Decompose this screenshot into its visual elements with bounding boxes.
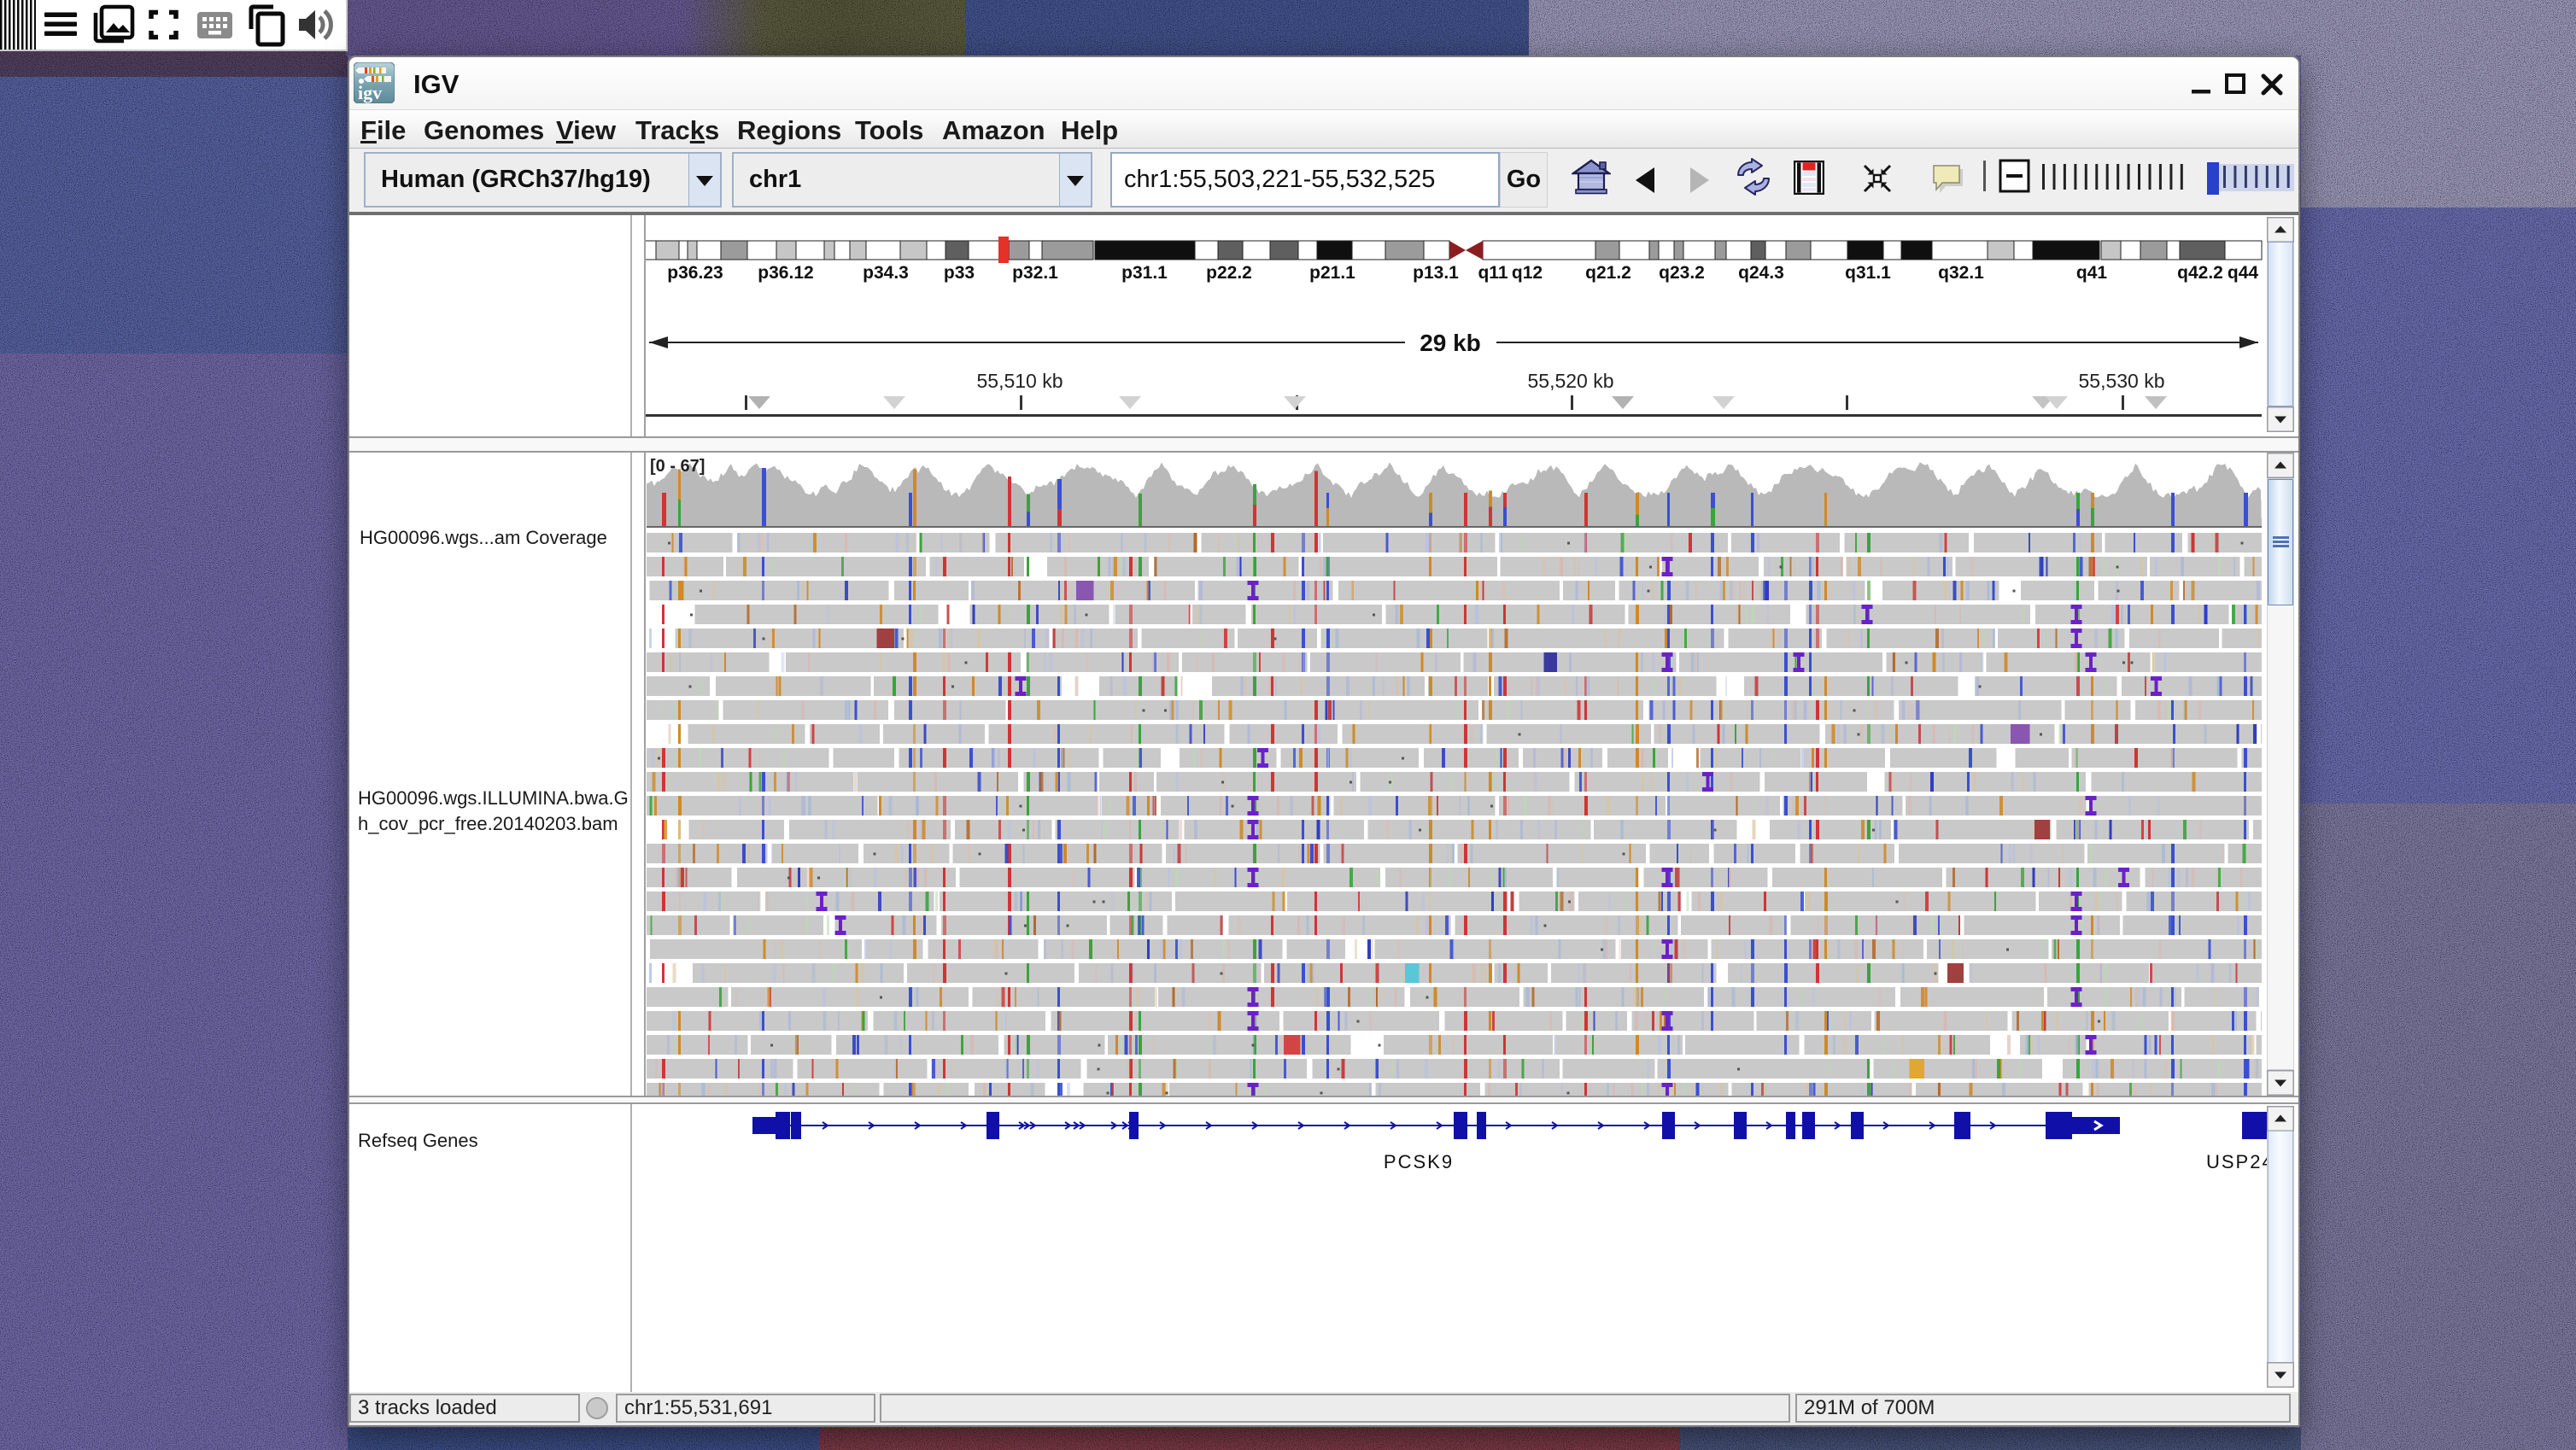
svg-text:55,520 kb: 55,520 kb	[1527, 370, 1613, 392]
svg-text:q42.2: q42.2	[2177, 263, 2223, 283]
svg-text:p32.1: p32.1	[1012, 263, 1058, 283]
svg-text:p21.1: p21.1	[1309, 263, 1355, 283]
svg-text:q24.3: q24.3	[1738, 263, 1784, 283]
svg-text:q11: q11	[1478, 263, 1508, 283]
svg-text:USP24: USP24	[2206, 1151, 2274, 1172]
svg-text:q41: q41	[2076, 263, 2108, 283]
svg-text:q31.1: q31.1	[1845, 263, 1891, 283]
svg-text:55,510 kb: 55,510 kb	[976, 370, 1063, 392]
svg-text:q32.1: q32.1	[1938, 263, 1984, 283]
svg-text:q12: q12	[1512, 263, 1543, 283]
svg-text:55,530 kb: 55,530 kb	[2078, 370, 2164, 392]
svg-text:PCSK9: PCSK9	[1384, 1151, 1454, 1172]
svg-text:p31.1: p31.1	[1121, 263, 1168, 283]
svg-text:igv: igv	[358, 82, 382, 103]
svg-text:29 kb: 29 kb	[1420, 330, 1481, 356]
svg-text:p36.23: p36.23	[667, 263, 723, 283]
svg-text:p33: p33	[944, 263, 975, 283]
svg-text:q23.2: q23.2	[1659, 263, 1705, 283]
svg-text:p22.2: p22.2	[1206, 263, 1252, 283]
svg-text:p13.1: p13.1	[1413, 263, 1459, 283]
svg-text:q44: q44	[2228, 263, 2259, 283]
svg-text:p36.12: p36.12	[758, 263, 813, 283]
svg-text:p34.3: p34.3	[863, 263, 909, 283]
svg-text:q21.2: q21.2	[1585, 263, 1631, 283]
